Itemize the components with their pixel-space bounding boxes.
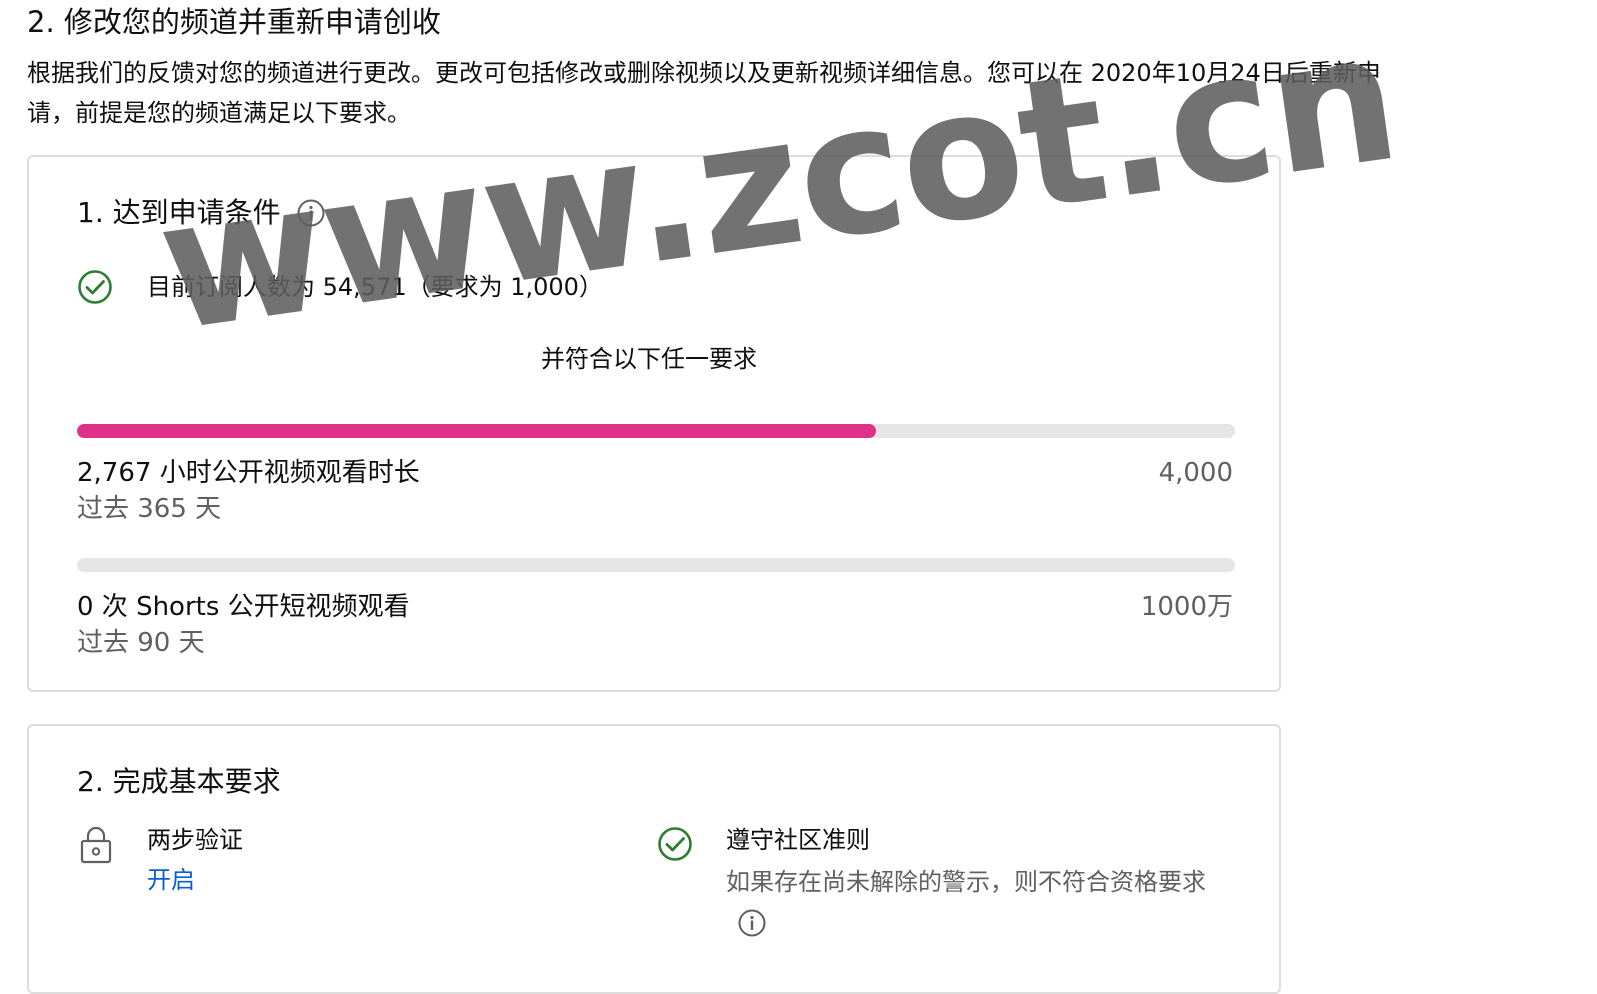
shorts-views-period: 过去 90 天 (77, 628, 205, 658)
two-step-enable-link[interactable]: 开启 (147, 862, 195, 898)
monetization-page: 2. 修改您的频道并重新申请创收 根据我们的反馈对您的频道进行更改。更改可包括修… (0, 0, 1597, 994)
either-requirement-text: 并符合以下任一要求 (541, 345, 757, 373)
lock-icon (80, 826, 112, 864)
info-icon[interactable] (297, 199, 325, 227)
eligibility-title-text: 1. 达到申请条件 (77, 196, 281, 229)
guidelines-note: 如果存在尚未解除的警示，则不符合资格要求 (726, 862, 1226, 942)
step-heading: 2. 修改您的频道并重新申请创收 (27, 5, 441, 39)
shorts-views-progress-bar (77, 558, 1235, 572)
shorts-views-target: 1000万 (1140, 592, 1233, 622)
subscriber-requirement: 目前订阅人数为 54,571（要求为 1,000） (147, 273, 603, 301)
check-circle-icon (78, 270, 112, 304)
guidelines-note-text: 如果存在尚未解除的警示，则不符合资格要求 (726, 868, 1206, 896)
two-step-label: 两步验证 (147, 826, 243, 854)
shorts-views-label: 0 次 Shorts 公开短视频观看 (77, 592, 410, 622)
info-icon[interactable] (738, 909, 766, 937)
watch-hours-period: 过去 365 天 (77, 494, 222, 524)
watch-hours-progress-bar (77, 424, 1235, 438)
watch-hours-progress-fill (77, 424, 877, 438)
watch-hours-target: 4,000 (1158, 458, 1233, 488)
basics-title: 2. 完成基本要求 (77, 765, 281, 798)
guidelines-label: 遵守社区准则 (726, 826, 870, 854)
check-circle-icon (658, 827, 692, 861)
eligibility-title: 1. 达到申请条件 (77, 193, 325, 233)
basics-card: 2. 完成基本要求 两步验证 开启 遵守社区准则 如果存在尚未解除的警示，则不符… (27, 724, 1281, 994)
step-description: 根据我们的反馈对您的频道进行更改。更改可包括修改或删除视频以及更新视频详细信息。… (27, 59, 1381, 127)
watch-hours-label: 2,767 小时公开视频观看时长 (77, 458, 420, 488)
eligibility-card: 1. 达到申请条件 目前订阅人数为 54,571（要求为 1,000） 并符合以… (27, 155, 1281, 692)
